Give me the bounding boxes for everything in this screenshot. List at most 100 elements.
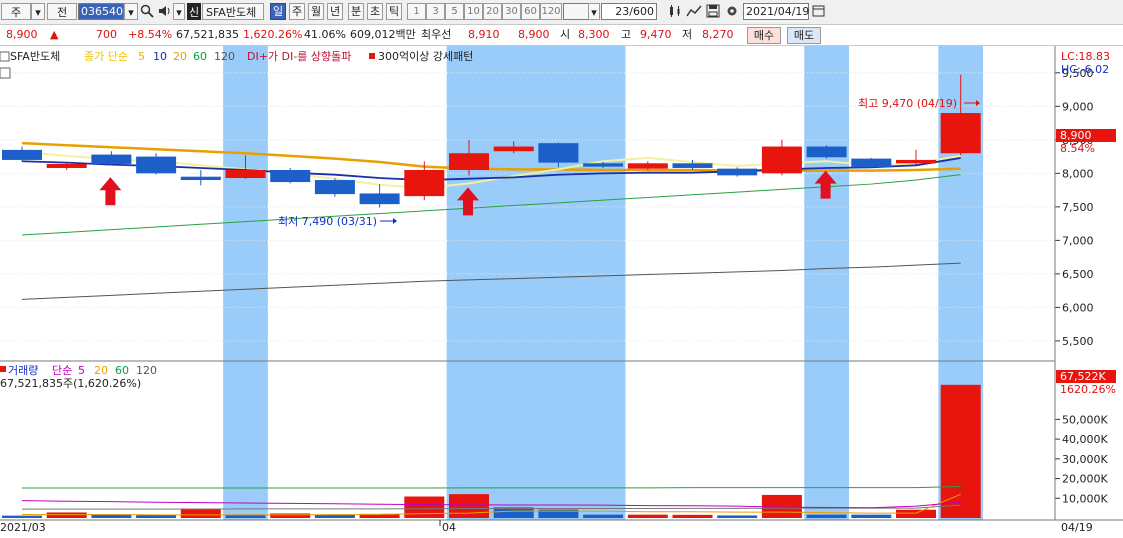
price-tick-label: 7,000 (1062, 234, 1094, 247)
tab-month[interactable]: 월 (308, 3, 324, 20)
price-tick-label: 6,000 (1062, 301, 1094, 314)
tab-tick[interactable]: 틱 (386, 3, 402, 20)
market-dropdown[interactable]: 전 (47, 3, 77, 20)
price-tag-percent: 8.54% (1060, 142, 1095, 155)
interval-5[interactable]: 5 (445, 3, 464, 20)
interval-10[interactable]: 10 (464, 3, 483, 20)
volume-bar (940, 384, 981, 518)
speaker-icon[interactable] (157, 4, 173, 20)
tab-week[interactable]: 주 (289, 3, 305, 20)
count-value: 23 (615, 5, 630, 18)
candle-up (761, 146, 802, 174)
volume-bar (449, 494, 489, 518)
legend-ma60: 60 (193, 50, 207, 63)
price-tick-label: 7,500 (1062, 201, 1094, 214)
count-total: /600 (629, 5, 654, 18)
volume-bar (404, 496, 445, 518)
chevron-down-icon[interactable]: ▾ (588, 3, 600, 20)
save-icon[interactable] (705, 4, 721, 20)
volume-tag-percent: 1620.26% (1060, 383, 1116, 396)
turnover: 41.06% (304, 28, 346, 41)
tab-second[interactable]: 초 (367, 3, 383, 20)
tab-day[interactable]: 일 (270, 3, 286, 20)
volume-value: 67,521,835주(1,620.26%) (0, 377, 141, 390)
candle-up (627, 163, 668, 169)
period-dropdown[interactable]: 주 (1, 3, 31, 20)
volume-swatch (0, 366, 6, 372)
candle-down (270, 169, 311, 183)
candle-down (538, 143, 579, 163)
chevron-down-icon[interactable]: ▾ (31, 3, 45, 20)
candle-up (449, 153, 489, 170)
legend-signal1: DI+가 DI-를 상향돌파 (247, 50, 351, 63)
interval-120[interactable]: 120 (540, 3, 562, 20)
open-label: 시 (560, 28, 571, 41)
buy-button[interactable]: 매수 (747, 27, 781, 44)
volume-bar (717, 515, 758, 518)
volume-bar (806, 514, 847, 518)
legend-signal2: 300억이상 강세패턴 (378, 50, 473, 63)
market-dropdown-label: 전 (56, 6, 68, 19)
volume-bar (314, 515, 355, 518)
date-input[interactable]: 2021/04/19 (743, 3, 809, 20)
count-input[interactable]: 23/600 (601, 3, 657, 20)
best-label: 최우선 (421, 28, 452, 41)
volume-tick-label: 50,000K (1062, 413, 1108, 426)
volume-bar (136, 515, 177, 518)
interval-60[interactable]: 60 (521, 3, 540, 20)
volume-bar (851, 514, 892, 518)
interval-20[interactable]: 20 (483, 3, 502, 20)
highlight-band (804, 46, 849, 520)
price-tag-value: 8,900 (1060, 129, 1092, 142)
volume-bar (896, 509, 936, 518)
grid-toggle-icon[interactable] (0, 67, 11, 79)
gear-icon[interactable] (724, 4, 740, 20)
change-percent: +8.54% (128, 28, 173, 41)
candle-down (314, 180, 355, 195)
collapse-icon[interactable] (0, 51, 10, 62)
candle-down (359, 193, 400, 205)
interval-30[interactable]: 30 (502, 3, 521, 20)
candle-up (493, 146, 534, 152)
highlight-band (446, 46, 626, 520)
interval-1[interactable]: 1 (407, 3, 426, 20)
legend-ma5: 5 (138, 50, 145, 63)
legend-ma120: 120 (214, 50, 235, 63)
calendar-icon[interactable] (810, 4, 826, 20)
signal1-swatch (238, 53, 244, 59)
candle-settings-icon[interactable] (668, 4, 684, 20)
chevron-down-icon[interactable]: ▾ (173, 3, 185, 20)
line-chart-icon[interactable] (686, 4, 702, 20)
low-annotation: 최저 7,490 (03/31) (278, 215, 377, 228)
interval-3[interactable]: 3 (426, 3, 445, 20)
tab-minute[interactable]: 분 (348, 3, 364, 20)
best-bid: 8,900 (518, 28, 550, 41)
lc-label: LC:18.83 (1061, 50, 1110, 63)
low-price: 8,270 (702, 28, 734, 41)
tab-year[interactable]: 년 (327, 3, 343, 20)
x-label-end: 04/19 (1061, 521, 1093, 534)
volume-bar (672, 514, 713, 518)
stock-name-field[interactable]: SFA반도체 (202, 3, 264, 20)
candle-down (91, 154, 132, 164)
open-price: 8,300 (578, 28, 610, 41)
up-arrow-icon: ▲ (50, 28, 59, 41)
sell-button[interactable]: 매도 (787, 27, 821, 44)
high-annotation: 최고 9,470 (04/19) (858, 97, 957, 110)
new-badge: 신 (187, 3, 201, 20)
search-icon[interactable] (139, 4, 155, 20)
chevron-down-icon[interactable]: ▾ (124, 3, 138, 20)
hc-label: HC:-6.02 (1061, 63, 1109, 76)
candle-down (806, 146, 847, 158)
stock-chart[interactable]: 5,5006,0006,5007,0007,5008,0008,5009,000… (0, 46, 1123, 538)
candle-up (896, 159, 936, 164)
candle-down (136, 156, 177, 174)
legend-ma20: 20 (173, 50, 187, 63)
low-label: 저 (682, 28, 693, 41)
volume-tick-label: 10,000K (1062, 492, 1108, 505)
price-tick-label: 9,000 (1062, 100, 1094, 113)
stock-code-input[interactable]: 036540 (78, 3, 124, 20)
price-tick-label: 8,000 (1062, 167, 1094, 180)
volume-percent: 1,620.26% (243, 28, 303, 41)
legend-ma10: 10 (153, 50, 167, 63)
